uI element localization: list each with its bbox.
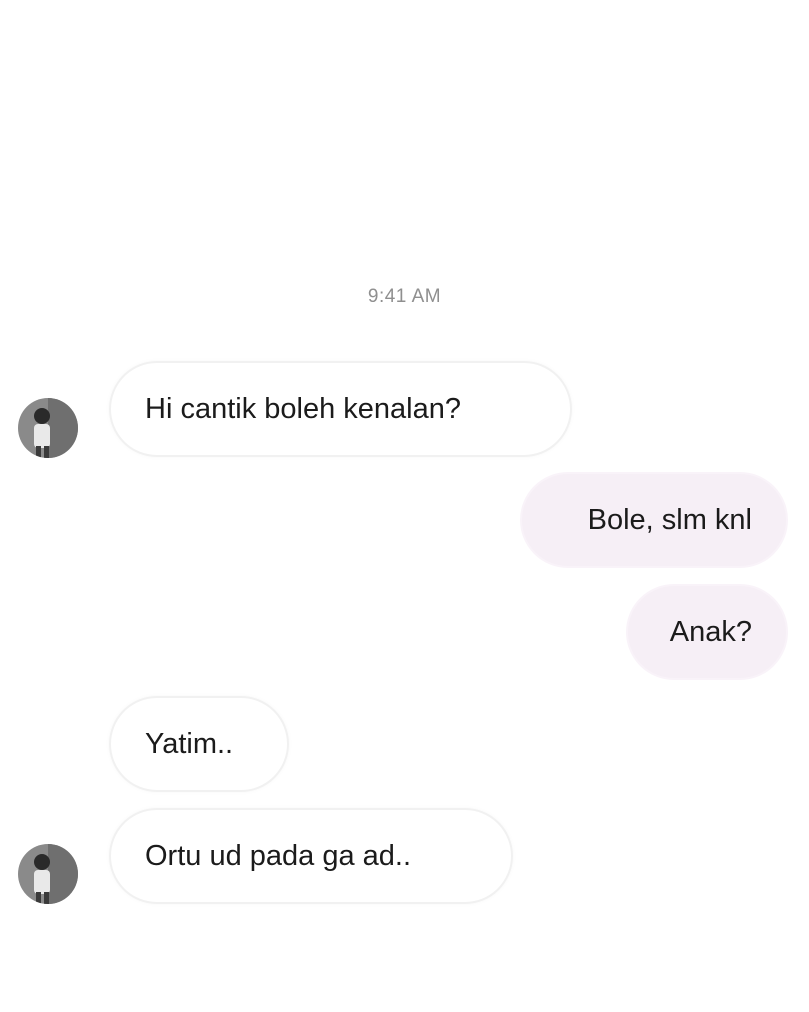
chat-screen: 9:41 AM Hi cantik boleh kenalan? Bole, s… [0,0,809,1012]
message-text: Bole, slm knl [587,503,752,536]
contact-avatar-icon[interactable] [18,398,78,458]
message-text: Hi cantik boleh kenalan? [145,392,461,425]
incoming-message-bubble[interactable]: Hi cantik boleh kenalan? [109,361,572,457]
outgoing-message-bubble[interactable]: Anak? [626,584,788,680]
message-text: Ortu ud pada ga ad.. [145,839,412,872]
outgoing-message-bubble[interactable]: Bole, slm knl [520,472,788,568]
incoming-message-bubble[interactable]: Ortu ud pada ga ad.. [109,808,513,904]
message-text: Anak? [669,615,752,648]
incoming-message-bubble[interactable]: Yatim.. [109,696,289,792]
contact-avatar-icon[interactable] [18,844,78,904]
message-text: Yatim.. [145,727,234,760]
message-timestamp: 9:41 AM [367,286,442,307]
